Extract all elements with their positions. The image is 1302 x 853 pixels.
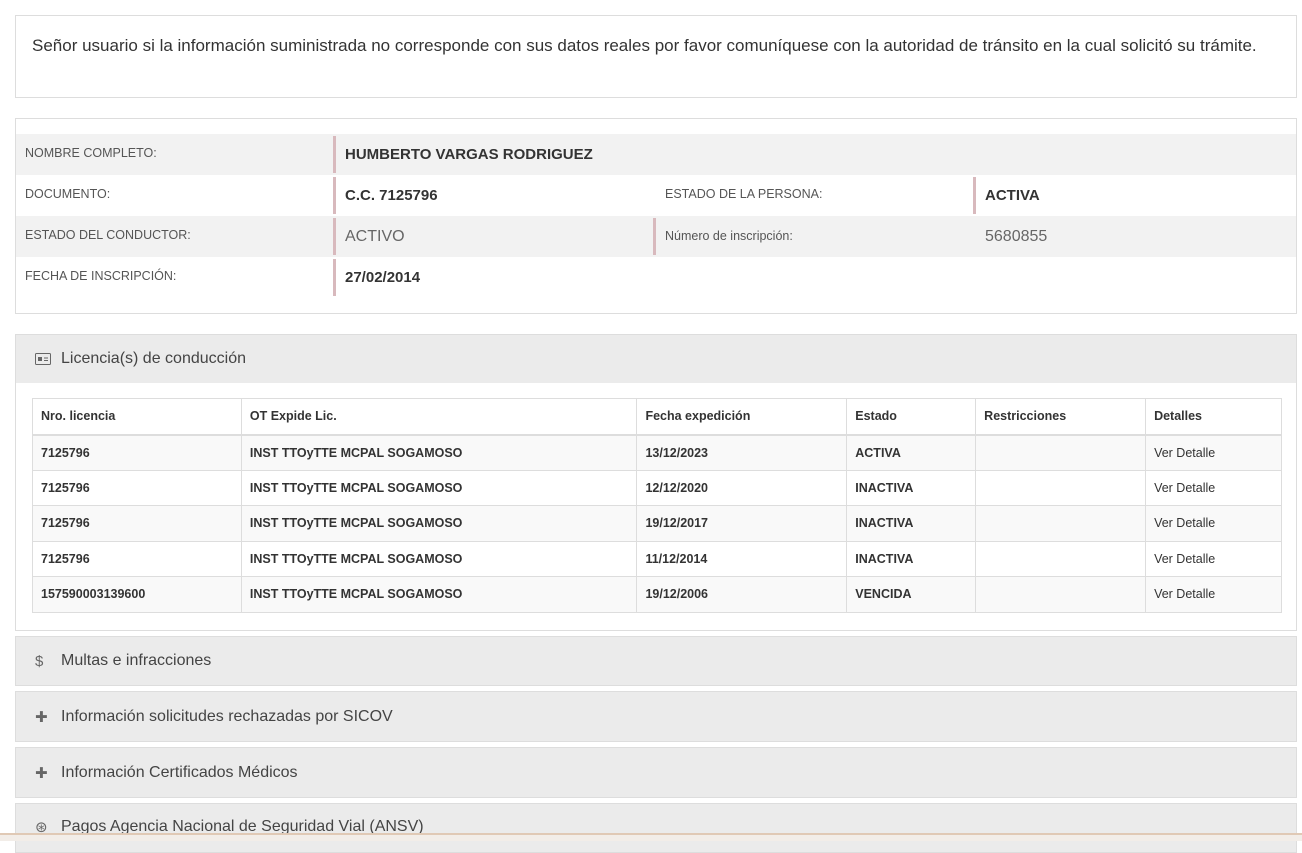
- licencia-restricciones: [975, 469, 1147, 506]
- licencia-restricciones: [975, 505, 1147, 542]
- panel-multas-title: Multas e infracciones: [61, 652, 212, 669]
- licencia-fecha: 12/12/2020: [636, 469, 848, 506]
- notice-box: Señor usuario si la información suminist…: [15, 15, 1297, 98]
- medical-plus-icon: ✚: [35, 764, 48, 782]
- info-row-documento: DOCUMENTO: C.C. 7125796 ESTADO DE LA PER…: [16, 175, 1296, 216]
- licencia-ot: INST TTOyTTE MCPAL SOGAMOSO: [240, 576, 638, 613]
- licencia-estado: ACTIVA: [846, 434, 977, 471]
- licencia-estado: VENCIDA: [846, 576, 977, 613]
- medical-plus-icon: ✚: [35, 708, 48, 726]
- panel-multas-header[interactable]: $ Multas e infracciones: [15, 636, 1297, 686]
- nombre-value: HUMBERTO VARGAS RODRIGUEZ: [333, 136, 593, 173]
- documento-value: C.C. 7125796: [333, 177, 438, 214]
- documento-label: DOCUMENTO:: [25, 187, 111, 201]
- inscripcion-num-label: Número de inscripción:: [653, 218, 793, 255]
- panel-licencias-title: Licencia(s) de conducción: [61, 350, 246, 367]
- notice-text: Señor usuario si la información suminist…: [32, 36, 1257, 55]
- licencias-table: Nro. licencia OT Expide Lic. Fecha exped…: [32, 398, 1282, 613]
- panel-sicov-title: Información solicitudes rechazadas por S…: [61, 707, 393, 725]
- col-header: Fecha expedición: [636, 398, 848, 436]
- page-bottom-edge: [0, 833, 1302, 841]
- estado-conductor-value: ACTIVO: [333, 218, 405, 255]
- licencia-ot: INST TTOyTTE MCPAL SOGAMOSO: [240, 540, 638, 577]
- licencia-numero: 7125796: [32, 540, 242, 577]
- licencia-estado: INACTIVA: [846, 469, 977, 506]
- licencia-restricciones: [975, 576, 1147, 613]
- ver-detalle-link[interactable]: Ver Detalle: [1145, 540, 1282, 577]
- licencia-numero: 157590003139600: [32, 576, 242, 613]
- estado-conductor-label: ESTADO DEL CONDUCTOR:: [25, 228, 191, 242]
- id-card-icon: [35, 353, 61, 365]
- col-header: Nro. licencia: [32, 398, 242, 436]
- licencia-restricciones: [975, 540, 1147, 577]
- licencia-fecha: 19/12/2006: [636, 576, 848, 613]
- dollar-icon: $: [35, 652, 44, 670]
- col-header: OT Expide Lic.: [240, 398, 638, 436]
- licencia-estado: INACTIVA: [846, 540, 977, 577]
- panel-medicos-title: Información Certificados Médicos: [61, 763, 298, 781]
- table-row: 157590003139600 INST TTOyTTE MCPAL SOGAM…: [32, 576, 1282, 613]
- nombre-label: NOMBRE COMPLETO:: [25, 146, 157, 160]
- info-row-nombre: NOMBRE COMPLETO: HUMBERTO VARGAS RODRIGU…: [16, 134, 1296, 175]
- table-header-row: Nro. licencia OT Expide Lic. Fecha exped…: [32, 398, 1282, 436]
- col-header: Detalles: [1145, 398, 1282, 436]
- panel-licencias-body: Nro. licencia OT Expide Lic. Fecha exped…: [15, 383, 1297, 631]
- panel-medicos-header[interactable]: ✚ Información Certificados Médicos: [15, 747, 1297, 798]
- table-row: 7125796 INST TTOyTTE MCPAL SOGAMOSO 12/1…: [32, 469, 1282, 506]
- licencia-numero: 7125796: [32, 505, 242, 542]
- ver-detalle-link[interactable]: Ver Detalle: [1145, 576, 1282, 613]
- table-row: 7125796 INST TTOyTTE MCPAL SOGAMOSO 13/1…: [32, 434, 1282, 471]
- licencia-numero: 7125796: [32, 469, 242, 506]
- fecha-inscripcion-label: FECHA DE INSCRIPCIÓN:: [25, 269, 177, 283]
- panel-sicov-header[interactable]: ✚ Información solicitudes rechazadas por…: [15, 691, 1297, 742]
- table-row: 7125796 INST TTOyTTE MCPAL SOGAMOSO 11/1…: [32, 540, 1282, 577]
- estado-persona-label: ESTADO DE LA PERSONA:: [665, 187, 823, 201]
- panel-ansv-header[interactable]: ⊛ Pagos Agencia Nacional de Seguridad Vi…: [15, 803, 1297, 853]
- licencia-ot: INST TTOyTTE MCPAL SOGAMOSO: [240, 505, 638, 542]
- licencia-restricciones: [975, 434, 1147, 471]
- panel-licencias-header[interactable]: Licencia(s) de conducción: [15, 334, 1297, 384]
- licencia-numero: 7125796: [32, 434, 242, 471]
- licencia-ot: INST TTOyTTE MCPAL SOGAMOSO: [240, 469, 638, 506]
- table-row: 7125796 INST TTOyTTE MCPAL SOGAMOSO 19/1…: [32, 505, 1282, 542]
- col-header: Restricciones: [975, 398, 1147, 436]
- info-row-conductor: ESTADO DEL CONDUCTOR: ACTIVO Número de i…: [16, 216, 1296, 257]
- info-row-fecha: FECHA DE INSCRIPCIÓN: 27/02/2014: [16, 257, 1296, 298]
- ver-detalle-link[interactable]: Ver Detalle: [1145, 434, 1282, 471]
- ver-detalle-link[interactable]: Ver Detalle: [1145, 469, 1282, 506]
- estado-persona-value: ACTIVA: [973, 177, 1040, 214]
- inscripcion-num-value: 5680855: [985, 228, 1048, 245]
- licencia-fecha: 19/12/2017: [636, 505, 848, 542]
- fecha-inscripcion-value: 27/02/2014: [333, 259, 420, 296]
- ver-detalle-link[interactable]: Ver Detalle: [1145, 505, 1282, 542]
- licencia-estado: INACTIVA: [846, 505, 977, 542]
- licencia-ot: INST TTOyTTE MCPAL SOGAMOSO: [240, 434, 638, 471]
- licencia-fecha: 13/12/2023: [636, 434, 848, 471]
- person-info-panel: NOMBRE COMPLETO: HUMBERTO VARGAS RODRIGU…: [15, 118, 1297, 314]
- licencia-fecha: 11/12/2014: [636, 540, 848, 577]
- col-header: Estado: [846, 398, 977, 436]
